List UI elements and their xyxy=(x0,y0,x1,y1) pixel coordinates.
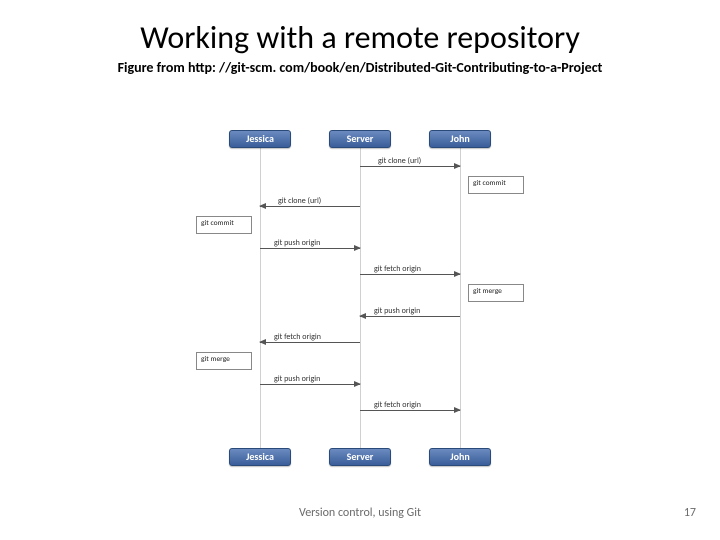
footer-text: Version control, using Git xyxy=(0,506,720,520)
actor-jessica-top: Jessica xyxy=(229,130,291,148)
label-fetch-john-1: git fetch origin xyxy=(374,264,421,274)
label-fetch-john-2: git fetch origin xyxy=(374,400,421,410)
actor-jessica-bottom: Jessica xyxy=(229,448,291,466)
arrow-push-jessica-2: git push origin xyxy=(260,384,360,385)
note-merge-john: git merge xyxy=(468,284,524,302)
label-clone-john: git clone (url) xyxy=(378,156,421,166)
page-number: 17 xyxy=(684,506,696,520)
arrow-push-jessica-1: git push origin xyxy=(260,248,360,249)
note-commit-john: git commit xyxy=(468,176,524,194)
slide: Working with a remote repository Figure … xyxy=(0,0,720,540)
actor-server-bottom: Server xyxy=(329,448,391,466)
lifeline-jessica xyxy=(260,148,261,452)
actor-john-bottom: John xyxy=(429,448,491,466)
arrow-fetch-jessica: git fetch origin xyxy=(260,342,360,343)
figure-source: Figure from http: //git-scm. com/book/en… xyxy=(0,59,720,76)
arrow-clone-john: git clone (url) xyxy=(360,166,460,167)
arrow-fetch-john-2: git fetch origin xyxy=(360,410,460,411)
label-push-jessica-2: git push origin xyxy=(274,374,320,384)
actor-john-top: John xyxy=(429,130,491,148)
lifeline-server xyxy=(360,148,361,452)
label-clone-jessica: git clone (url) xyxy=(278,196,321,206)
arrow-push-john: git push origin xyxy=(360,316,460,317)
note-merge-jessica: git merge xyxy=(196,352,252,370)
actor-server-top: Server xyxy=(329,130,391,148)
sequence-diagram: Jessica Server John Jessica Server John … xyxy=(200,130,520,470)
page-title: Working with a remote repository xyxy=(0,0,720,57)
arrow-fetch-john-1: git fetch origin xyxy=(360,274,460,275)
label-push-john: git push origin xyxy=(374,306,420,316)
label-push-jessica-1: git push origin xyxy=(274,238,320,248)
note-commit-jessica: git commit xyxy=(196,216,252,234)
label-fetch-jessica: git fetch origin xyxy=(274,332,321,342)
arrow-clone-jessica: git clone (url) xyxy=(260,206,360,207)
